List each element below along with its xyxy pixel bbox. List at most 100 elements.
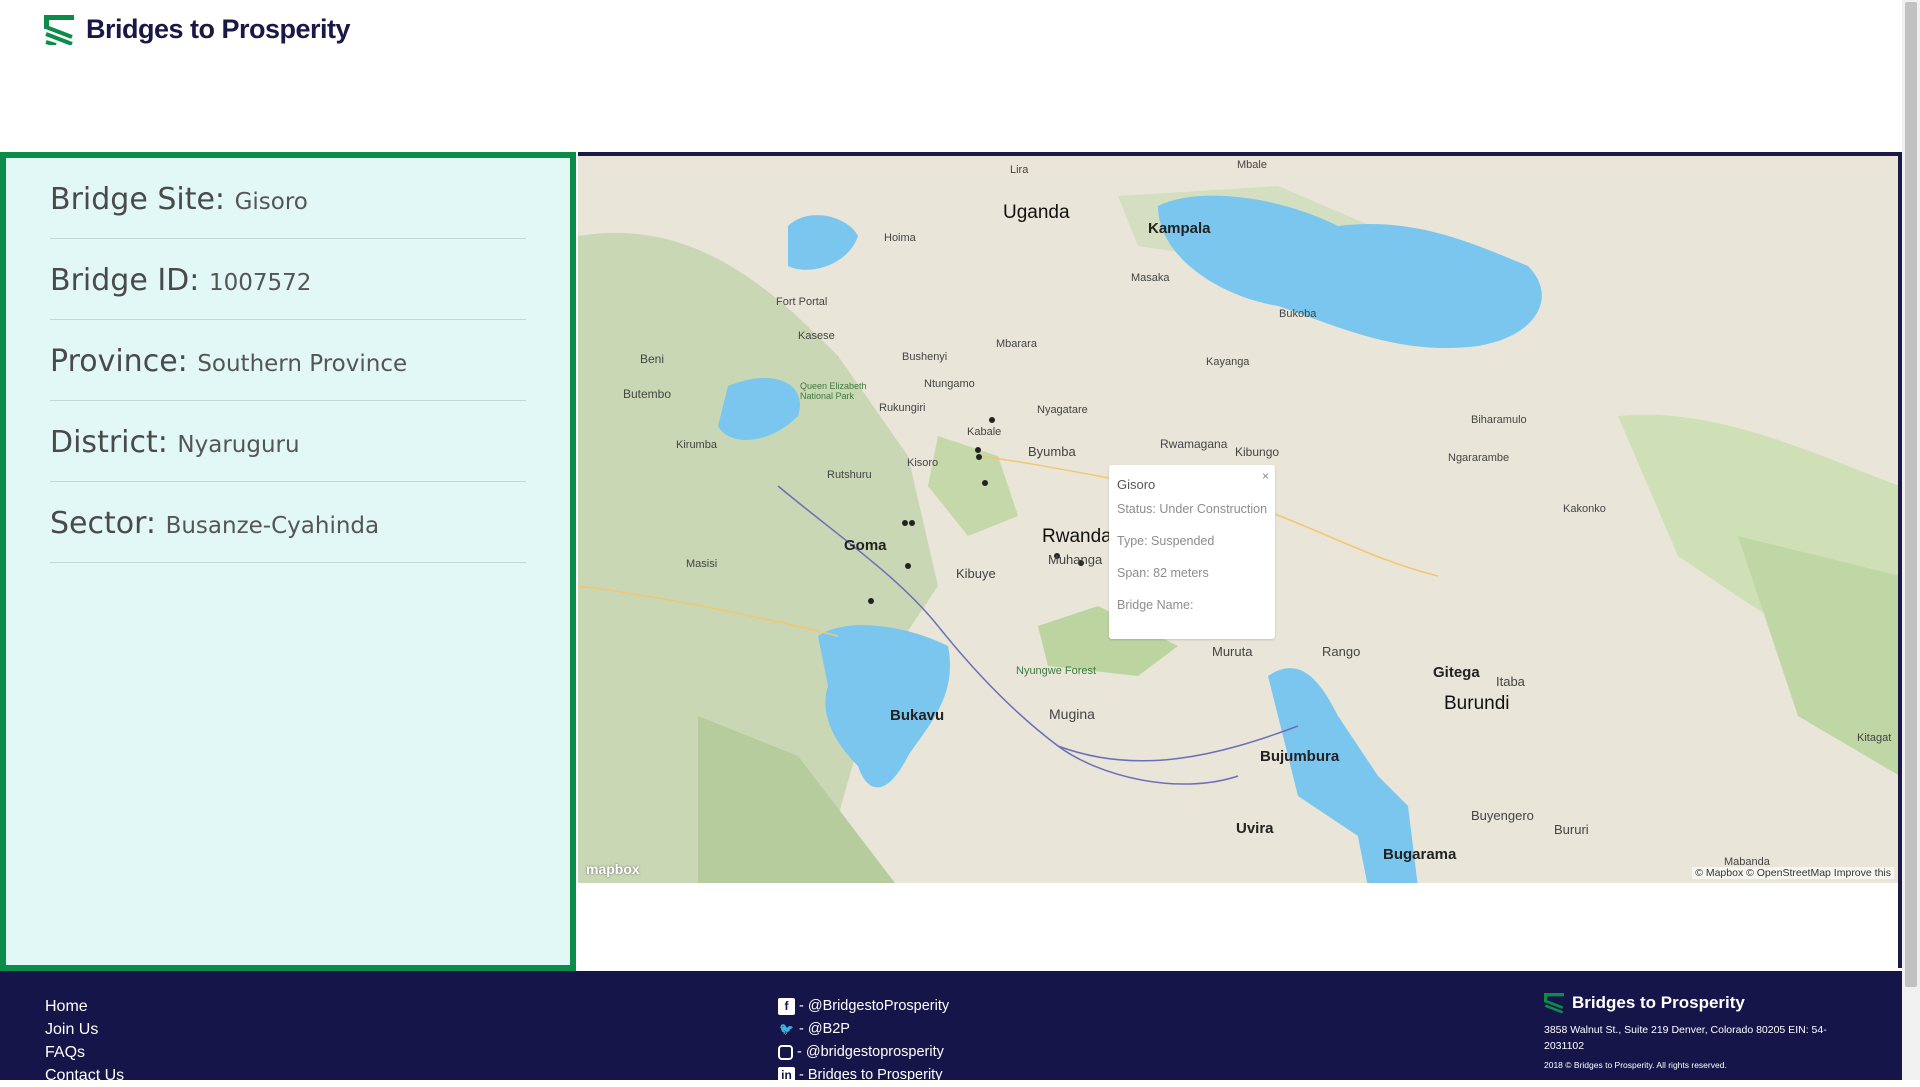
- bridge-site-label-text: Bridge Site:: [50, 182, 226, 217]
- map-label-kibungo: Kibungo: [1235, 445, 1280, 459]
- footer-brand-name: Bridges to Prosperity: [1572, 993, 1745, 1012]
- bridge-id-label-text: Bridge ID:: [50, 263, 200, 298]
- instagram-handle: - @bridgestoprosperity: [797, 1044, 944, 1060]
- map-label-rwamagana: Rwamagana: [1160, 437, 1228, 451]
- map-label-fortportal: Fort Portal: [776, 296, 828, 308]
- map-label-kitagata: Kitagat: [1857, 732, 1892, 744]
- map-label-rutshuru: Rutshuru: [827, 469, 872, 481]
- sector-label-text: Sector:: [50, 506, 157, 541]
- map-label-kisoro: Kisoro: [907, 457, 939, 469]
- map-label-mugina: Mugina: [1049, 706, 1095, 722]
- district-label-text: District:: [50, 425, 168, 460]
- province-value: Southern Province: [197, 351, 408, 377]
- footer-link-join-us[interactable]: Join Us: [45, 1018, 124, 1041]
- map-label-muruta: Muruta: [1212, 644, 1253, 659]
- map-label-kasese: Kasese: [798, 330, 835, 342]
- map-label-butembo: Butembo: [623, 387, 672, 401]
- popup-close-icon[interactable]: ×: [1262, 469, 1269, 483]
- instagram-icon: [778, 1045, 793, 1060]
- footer-bridge-logo-icon: [1544, 993, 1564, 1013]
- district-label: District: Nyaruguru: [50, 425, 300, 460]
- bridge-id-label: Bridge ID: 1007572: [50, 263, 311, 298]
- map-label-uvira: Uvira: [1236, 820, 1274, 837]
- map-label-bujumbura: Bujumbura: [1260, 748, 1340, 765]
- sector-value: Busanze-Cyahinda: [165, 513, 380, 539]
- bridge-site-label: Bridge Site: Gisoro: [50, 182, 308, 217]
- map-label-bururi: Bururi: [1554, 822, 1589, 837]
- map-label-muhanga: Muhanga: [1048, 552, 1103, 567]
- map-label-uganda: Uganda: [1003, 202, 1070, 223]
- footer-address: 3858 Walnut St., Suite 219 Denver, Color…: [1544, 1024, 1827, 1052]
- map-label-goma: Goma: [844, 537, 887, 554]
- site-header: Bridges to Prosperity: [0, 0, 1902, 150]
- map-label-nyagatare: Nyagatare: [1037, 404, 1088, 416]
- map-label-byumba: Byumba: [1028, 444, 1076, 459]
- map-label-gitega: Gitega: [1433, 664, 1480, 681]
- bridge-site-row: Bridge Site: Gisoro: [50, 158, 526, 239]
- facebook-handle: - @BridgestoProsperity: [799, 998, 950, 1014]
- footer-brand-logo[interactable]: Bridges to Prosperity: [1544, 993, 1745, 1013]
- social-instagram[interactable]: - @bridgestoprosperity: [778, 1041, 949, 1064]
- map-attribution[interactable]: © Mapbox © OpenStreetMap Improve this: [1692, 867, 1894, 879]
- social-linkedin[interactable]: in - Bridges to Prosperity: [778, 1064, 949, 1087]
- popup-type: Type: Suspended: [1117, 534, 1215, 548]
- map-label-bugarama: Bugarama: [1383, 846, 1457, 863]
- map-label-burundi: Burundi: [1444, 693, 1510, 714]
- map-label-lira: Lira: [1010, 164, 1029, 176]
- map-label-rukungiri: Rukungiri: [879, 402, 926, 414]
- facebook-icon: f: [778, 998, 795, 1015]
- popup-title: Gisoro: [1117, 477, 1156, 492]
- linkedin-handle: - Bridges to Prosperity: [799, 1067, 943, 1083]
- map-label-mbale: Mbale: [1237, 159, 1267, 171]
- linkedin-icon: in: [778, 1067, 795, 1084]
- map-label-kirumba: Kirumba: [676, 439, 717, 451]
- map-bottom-area: [578, 883, 1900, 968]
- map-border: [1898, 152, 1902, 968]
- footer-link-home[interactable]: Home: [45, 995, 124, 1018]
- scrollbar-thumb[interactable]: [1905, 2, 1917, 987]
- map-label-kabale: Kabale: [967, 426, 1002, 438]
- map-label-kibuye: Kibuye: [956, 566, 996, 581]
- map-label-masaka: Masaka: [1131, 272, 1170, 284]
- sector-label: Sector: Busanze-Cyahinda: [50, 506, 379, 541]
- map-label-qenp: Queen Elizabeth National Park: [800, 381, 867, 401]
- bridge-info-panel: Bridge Site: Gisoro Bridge ID: 1007572 P…: [0, 152, 576, 971]
- province-label-text: Province:: [50, 344, 188, 379]
- social-facebook[interactable]: f- @BridgestoProsperity: [778, 995, 949, 1018]
- map-label-beni: Beni: [640, 352, 665, 366]
- bridge-map[interactable]: Uganda Rwanda Burundi Kampala Goma Bukav…: [578, 152, 1900, 883]
- province-label: Province: Southern Province: [50, 344, 407, 379]
- bridge-id-value: 1007572: [208, 270, 312, 296]
- map-label-itaba: Itaba: [1496, 674, 1525, 689]
- map-label-ngara: Ngararambe: [1448, 452, 1510, 464]
- site-footer: Home Join Us FAQs Contact Us f- @Bridges…: [0, 971, 1902, 1084]
- bridge-id-row: Bridge ID: 1007572: [50, 239, 526, 320]
- footer-link-contact-us[interactable]: Contact Us: [45, 1064, 124, 1087]
- map-label-kayanga: Kayanga: [1206, 356, 1250, 368]
- map-label-bukavu: Bukavu: [890, 707, 945, 724]
- province-row: Province: Southern Province: [50, 320, 526, 401]
- mapbox-logo[interactable]: mapbox: [586, 861, 640, 877]
- popup-bridge-name: Bridge Name:: [1117, 598, 1194, 612]
- popup-span: Span: 82 meters: [1117, 566, 1209, 580]
- bridge-popup: × Gisoro Status: Under Construction Type…: [1109, 465, 1275, 639]
- district-row: District: Nyaruguru: [50, 401, 526, 482]
- footer-link-faqs[interactable]: FAQs: [45, 1041, 124, 1064]
- twitter-handle: - @B2P: [799, 1021, 850, 1037]
- map-label-nyungwe: Nyungwe Forest: [1016, 665, 1097, 677]
- map-label-rango: Rango: [1322, 644, 1361, 659]
- brand-name: Bridges to Prosperity: [86, 14, 351, 44]
- map-label-ntungamo: Ntungamo: [924, 378, 975, 390]
- brand-logo[interactable]: Bridges to Prosperity: [44, 14, 351, 45]
- footer-copyright: 2018 © Bridges to Prosperity. All rights…: [1544, 1060, 1727, 1070]
- map-label-buyengero: Buyengero: [1471, 808, 1534, 823]
- map-label-hoima: Hoima: [884, 232, 916, 244]
- footer-nav: Home Join Us FAQs Contact Us: [45, 995, 124, 1087]
- page-scrollbar[interactable]: [1902, 0, 1920, 1080]
- map-label-kampala: Kampala: [1148, 220, 1211, 237]
- map-label-bushenyi: Bushenyi: [902, 351, 948, 363]
- map-label-kakonko: Kakonko: [1563, 503, 1606, 515]
- bridge-logo-icon: [44, 14, 74, 45]
- map-label-biharamulo: Biharamulo: [1471, 414, 1527, 426]
- social-twitter[interactable]: 🐦 - @B2P: [778, 1018, 949, 1041]
